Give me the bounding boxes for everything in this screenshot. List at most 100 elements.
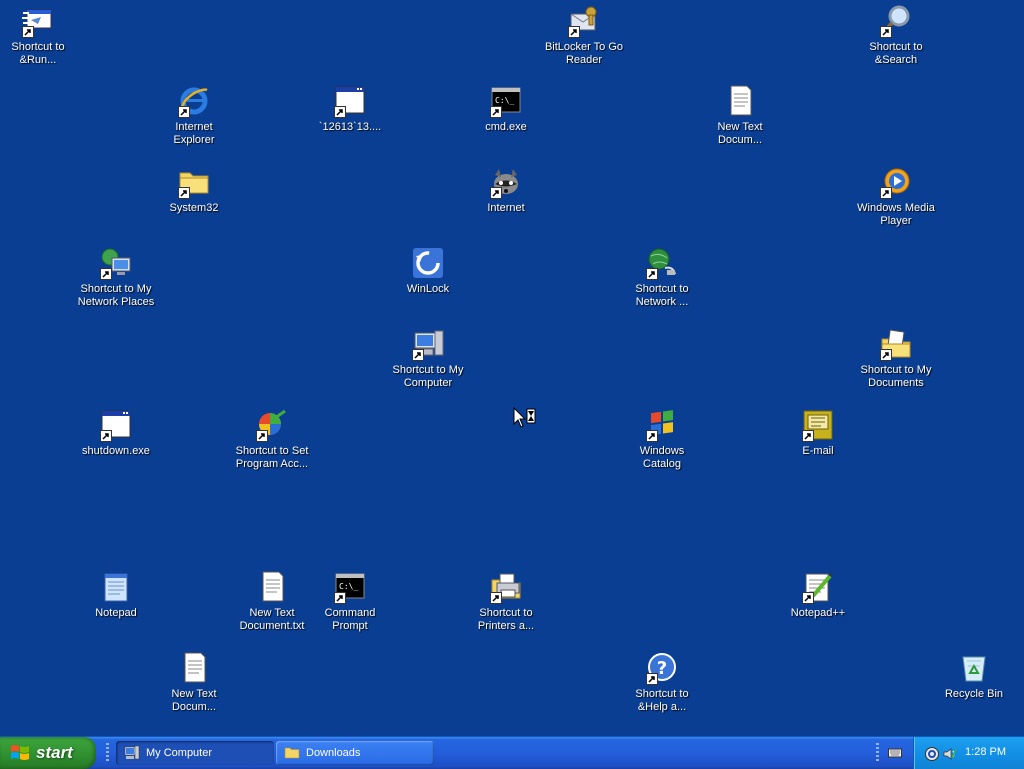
taskbar-button-label: My Computer bbox=[146, 747, 213, 759]
shortcut-arrow-icon bbox=[412, 349, 424, 361]
desktop-icon-label: New Text Docum... bbox=[717, 121, 763, 146]
desktop-icon-label: New Text Document.txt bbox=[239, 607, 305, 632]
shortcut-arrow-icon bbox=[490, 592, 502, 604]
desktop-icon-windows-catalog[interactable]: Windows Catalog bbox=[619, 408, 705, 471]
desktop-icon-label: cmd.exe bbox=[485, 121, 527, 133]
desktop-icon-set-program-access[interactable]: Shortcut to Set Program Acc... bbox=[229, 408, 315, 471]
program-access-icon bbox=[255, 408, 289, 442]
desktop-icon-printers[interactable]: Shortcut to Printers a... bbox=[463, 570, 549, 633]
shortcut-arrow-icon bbox=[880, 26, 892, 38]
svg-text:?: ? bbox=[657, 658, 667, 679]
my-computer-icon bbox=[411, 327, 445, 361]
run-icon bbox=[21, 4, 55, 38]
desktop-icon-label: BitLocker To Go Reader bbox=[544, 41, 624, 66]
desktop-icon-system32[interactable]: System32 bbox=[151, 165, 237, 215]
start-label: start bbox=[36, 743, 73, 762]
desktop-icon-internet-explorer[interactable]: Internet Explorer bbox=[151, 84, 237, 147]
folder-icon bbox=[177, 165, 211, 199]
windows-logo-icon bbox=[11, 745, 29, 760]
internet-explorer-icon bbox=[177, 84, 211, 118]
desktop-icon-command-prompt[interactable]: C:\_ Command Prompt bbox=[307, 570, 393, 633]
desktop-icon-my-documents[interactable]: Shortcut to My Documents bbox=[853, 327, 939, 390]
clock[interactable]: 1:28 PM bbox=[965, 746, 1006, 758]
shortcut-arrow-icon bbox=[802, 430, 814, 442]
taskbar-button-my-computer[interactable]: My Computer bbox=[116, 741, 274, 765]
desktop-icon-my-network-places[interactable]: Shortcut to My Network Places bbox=[73, 246, 159, 309]
desktop-icon-email[interactable]: E-mail bbox=[775, 408, 861, 458]
desktop-icon-new-text-document-2[interactable]: New Text Docum... bbox=[151, 651, 237, 714]
bitlocker-icon bbox=[567, 4, 601, 38]
desktop-icon-label: Shortcut to My Computer bbox=[392, 364, 464, 389]
desktop-icon-label: shutdown.exe bbox=[82, 445, 150, 457]
text-document-icon bbox=[255, 570, 289, 604]
desktop-icon-new-text-document[interactable]: New Text Docum... bbox=[697, 84, 783, 147]
command-prompt-icon: C:\_ bbox=[489, 84, 523, 118]
notepad-icon bbox=[99, 570, 133, 604]
desktop-icon-label: Shortcut to Network ... bbox=[635, 283, 689, 308]
desktop-icon-shutdown-exe[interactable]: shutdown.exe bbox=[73, 408, 159, 458]
desktop-icon-label: System32 bbox=[169, 202, 219, 214]
system-tray: 1:28 PM bbox=[913, 737, 1024, 769]
desktop-icon-help-and-support[interactable]: ? Shortcut to &Help a... bbox=[619, 651, 705, 714]
keyboard-icon[interactable] bbox=[888, 747, 902, 759]
shortcut-arrow-icon bbox=[646, 268, 658, 280]
desktop-icon-windows-media-player[interactable]: Windows Media Player bbox=[853, 165, 939, 228]
taskbar-button-label: Downloads bbox=[306, 747, 361, 759]
desktop-icon-my-computer[interactable]: Shortcut to My Computer bbox=[385, 327, 471, 390]
start-button[interactable]: start bbox=[0, 737, 96, 769]
help-icon: ? bbox=[645, 651, 679, 685]
desktop-icon-label: New Text Docum... bbox=[171, 688, 217, 713]
shortcut-arrow-icon bbox=[646, 430, 658, 442]
raccoon-icon bbox=[489, 165, 523, 199]
network-globe-icon bbox=[645, 246, 679, 280]
desktop-icon-label: Shortcut to &Help a... bbox=[635, 688, 689, 713]
command-prompt-icon: C:\_ bbox=[333, 570, 367, 604]
desktop-icon-recycle-bin[interactable]: Recycle Bin bbox=[931, 651, 1017, 701]
taskbar-grip[interactable] bbox=[876, 743, 879, 763]
desktop-icon-winlock[interactable]: WinLock bbox=[385, 246, 471, 296]
shortcut-arrow-icon bbox=[334, 106, 346, 118]
folder-icon bbox=[284, 747, 300, 759]
printer-icon bbox=[489, 570, 523, 604]
desktop-icon-label: E-mail bbox=[802, 445, 834, 457]
taskbar: start My Computer Downloads 1:28 PM bbox=[0, 736, 1024, 769]
desktop-icon-notepad-plus-plus[interactable]: Notepad++ bbox=[775, 570, 861, 620]
desktop-icon-label: Shortcut to &Search bbox=[869, 41, 923, 66]
email-icon bbox=[801, 408, 835, 442]
shortcut-arrow-icon bbox=[22, 26, 34, 38]
desktop-icon-label: Windows Catalog bbox=[639, 445, 685, 470]
desktop-icon-label: Shortcut to &Run... bbox=[11, 41, 65, 66]
shortcut-arrow-icon bbox=[880, 187, 892, 199]
network-tray-icon[interactable] bbox=[924, 746, 940, 762]
shortcut-arrow-icon bbox=[178, 187, 190, 199]
windows-catalog-icon bbox=[645, 408, 679, 442]
desktop-icon-bitlocker[interactable]: BitLocker To Go Reader bbox=[541, 4, 627, 67]
application-window-icon bbox=[99, 408, 133, 442]
shortcut-arrow-icon bbox=[490, 106, 502, 118]
speaker-tray-icon[interactable] bbox=[942, 746, 958, 762]
application-window-icon bbox=[333, 84, 367, 118]
my-documents-icon bbox=[879, 327, 913, 361]
desktop[interactable]: Shortcut to &Run... BitLocker To Go Read… bbox=[0, 0, 1024, 736]
network-places-icon bbox=[99, 246, 133, 280]
desktop-icon-cmd-exe[interactable]: C:\_ cmd.exe bbox=[463, 84, 549, 134]
shortcut-arrow-icon bbox=[490, 187, 502, 199]
taskbar-grip[interactable] bbox=[106, 743, 109, 763]
desktop-icon-12613[interactable]: `12613`13.... bbox=[307, 84, 393, 134]
desktop-icon-new-text-document-txt[interactable]: New Text Document.txt bbox=[229, 570, 315, 633]
shortcut-arrow-icon bbox=[334, 592, 346, 604]
taskbar-button-downloads[interactable]: Downloads bbox=[276, 741, 434, 765]
media-player-icon bbox=[879, 165, 913, 199]
desktop-icon-search[interactable]: Shortcut to &Search bbox=[853, 4, 939, 67]
desktop-icon-network-connections[interactable]: Shortcut to Network ... bbox=[619, 246, 705, 309]
shortcut-arrow-icon bbox=[178, 106, 190, 118]
desktop-icon-label: Shortcut to Set Program Acc... bbox=[235, 445, 309, 470]
desktop-icon-label: Shortcut to My Documents bbox=[860, 364, 932, 389]
text-document-icon bbox=[723, 84, 757, 118]
desktop-icon-run[interactable]: Shortcut to &Run... bbox=[0, 4, 81, 67]
desktop-icon-label: Notepad bbox=[95, 607, 137, 619]
recycle-bin-icon bbox=[957, 651, 991, 685]
desktop-icon-notepad[interactable]: Notepad bbox=[73, 570, 159, 620]
shortcut-arrow-icon bbox=[100, 268, 112, 280]
desktop-icon-internet[interactable]: Internet bbox=[463, 165, 549, 215]
